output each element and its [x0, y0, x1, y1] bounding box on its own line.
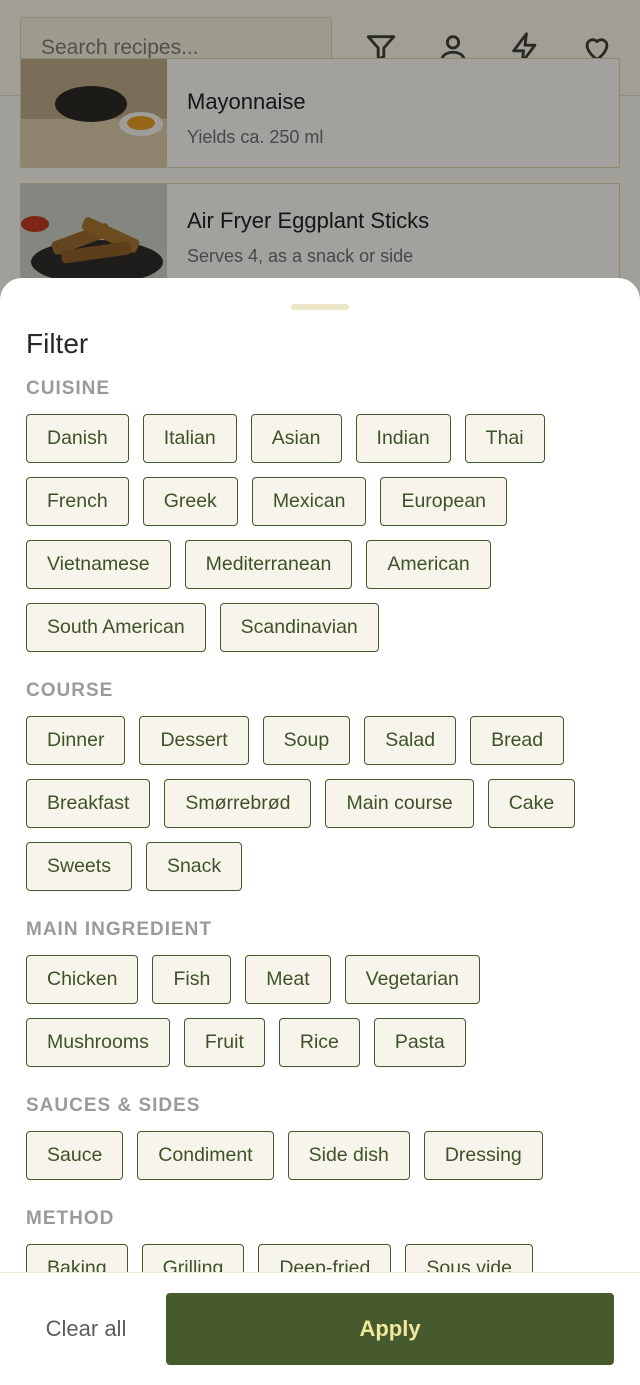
- chip-mediterranean[interactable]: Mediterranean: [184, 540, 353, 589]
- chip-group: Danish Italian Asian Indian Thai French …: [26, 414, 626, 652]
- chip-meat[interactable]: Meat: [245, 955, 331, 1004]
- chip-group: Dinner Dessert Soup Salad Bread Breakfas…: [26, 716, 626, 891]
- chip-breakfast[interactable]: Breakfast: [26, 779, 151, 828]
- chip-baking[interactable]: Baking: [26, 1244, 128, 1273]
- chip-sous-vide[interactable]: Sous vide: [405, 1244, 533, 1273]
- chip-cake[interactable]: Cake: [487, 779, 576, 828]
- chip-south-american[interactable]: South American: [26, 603, 206, 652]
- chip-group: Chicken Fish Meat Vegetarian Mushrooms F…: [26, 955, 626, 1067]
- chip-fruit[interactable]: Fruit: [183, 1018, 265, 1067]
- chip-danish[interactable]: Danish: [26, 414, 129, 463]
- chip-greek[interactable]: Greek: [142, 477, 238, 526]
- chip-group: Sauce Condiment Side dish Dressing: [26, 1131, 626, 1180]
- section-sauces-sides: SAUCES & SIDES Sauce Condiment Side dish…: [26, 1095, 626, 1180]
- chip-mexican[interactable]: Mexican: [251, 477, 367, 526]
- chip-mushrooms[interactable]: Mushrooms: [26, 1018, 170, 1067]
- section-main-ingredient: MAIN INGREDIENT Chicken Fish Meat Vegeta…: [26, 919, 626, 1067]
- chip-pasta[interactable]: Pasta: [373, 1018, 466, 1067]
- chip-snack[interactable]: Snack: [145, 842, 243, 891]
- chip-sweets[interactable]: Sweets: [26, 842, 132, 891]
- drag-handle[interactable]: [291, 304, 349, 310]
- chip-vegetarian[interactable]: Vegetarian: [344, 955, 480, 1004]
- chip-italian[interactable]: Italian: [142, 414, 237, 463]
- section-label: CUISINE: [26, 378, 111, 399]
- chip-dressing[interactable]: Dressing: [423, 1131, 543, 1180]
- chip-condiment[interactable]: Condiment: [137, 1131, 274, 1180]
- chip-salad[interactable]: Salad: [364, 716, 457, 765]
- section-cuisine: CUISINE Danish Italian Asian Indian Thai…: [26, 378, 626, 652]
- chip-indian[interactable]: Indian: [355, 414, 451, 463]
- apply-button[interactable]: Apply: [166, 1293, 614, 1365]
- section-label: COURSE: [26, 680, 114, 701]
- sheet-title: Filter: [26, 328, 89, 359]
- chip-american[interactable]: American: [366, 540, 491, 589]
- chip-french[interactable]: French: [26, 477, 129, 526]
- chip-chicken[interactable]: Chicken: [26, 955, 139, 1004]
- sheet-footer: Clear all Apply: [0, 1272, 640, 1385]
- chip-rice[interactable]: Rice: [278, 1018, 360, 1067]
- chip-dinner[interactable]: Dinner: [26, 716, 126, 765]
- chip-european[interactable]: European: [380, 477, 508, 526]
- chip-dessert[interactable]: Dessert: [139, 716, 249, 765]
- chip-grilling[interactable]: Grilling: [141, 1244, 245, 1273]
- section-label: METHOD: [26, 1208, 115, 1229]
- section-method: METHOD Baking Grilling Deep-fried Sous v…: [26, 1208, 626, 1273]
- chip-fish[interactable]: Fish: [152, 955, 232, 1004]
- clear-all-button[interactable]: Clear all: [20, 1316, 152, 1342]
- chip-soup[interactable]: Soup: [262, 716, 351, 765]
- filter-sections: CUISINE Danish Italian Asian Indian Thai…: [26, 378, 626, 1273]
- section-label: SAUCES & SIDES: [26, 1095, 201, 1116]
- chip-vietnamese[interactable]: Vietnamese: [26, 540, 171, 589]
- filter-sheet: Filter CUISINE Danish Italian Asian Indi…: [0, 278, 640, 1385]
- chip-asian[interactable]: Asian: [250, 414, 342, 463]
- section-course: COURSE Dinner Dessert Soup Salad Bread B…: [26, 680, 626, 891]
- chip-main-course[interactable]: Main course: [325, 779, 474, 828]
- chip-side-dish[interactable]: Side dish: [287, 1131, 410, 1180]
- chip-sauce[interactable]: Sauce: [26, 1131, 124, 1180]
- chip-deep-fried[interactable]: Deep-fried: [258, 1244, 392, 1273]
- chip-scandinavian[interactable]: Scandinavian: [219, 603, 379, 652]
- chip-bread[interactable]: Bread: [470, 716, 565, 765]
- chip-smorrebrod[interactable]: Smørrebrød: [164, 779, 312, 828]
- chip-group: Baking Grilling Deep-fried Sous vide: [26, 1244, 626, 1273]
- section-label: MAIN INGREDIENT: [26, 919, 212, 940]
- chip-thai[interactable]: Thai: [464, 414, 545, 463]
